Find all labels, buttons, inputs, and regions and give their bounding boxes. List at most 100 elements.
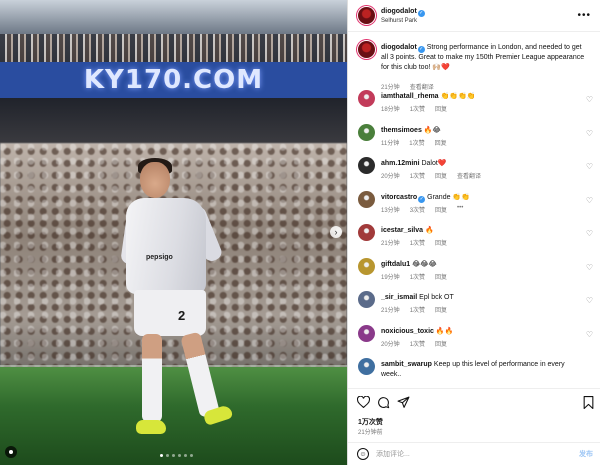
comment-input[interactable]	[376, 447, 566, 461]
commenter-avatar[interactable]	[358, 324, 375, 342]
comment-text: Epl bck OT	[419, 294, 454, 301]
comment-icon[interactable]	[376, 395, 390, 409]
stand-roof	[0, 98, 347, 143]
comment-time: 20分钟	[381, 341, 400, 348]
comment-text: Grande 👏👏	[427, 193, 470, 201]
post-side-panel: diogodalot ✓ Selhurst Park ••• diogodalot…	[347, 0, 600, 465]
commenter-username[interactable]: noxicious_toxic	[381, 328, 434, 335]
comment-text: 👏👏👏👏	[440, 93, 476, 100]
comment-extra[interactable]: •••	[457, 205, 463, 214]
upper-stand	[0, 0, 347, 62]
commenter-avatar[interactable]	[358, 291, 375, 308]
comments-list[interactable]: diogodalot ✓ Strong performance in London…	[348, 33, 600, 388]
comment-heart-icon[interactable]: ♡	[586, 263, 593, 272]
caption-author-avatar[interactable]	[358, 41, 375, 58]
comment-likes[interactable]: 1次赞	[409, 138, 424, 147]
commenter-username[interactable]: vitorcastro	[381, 194, 417, 201]
comment-likes[interactable]: 1次赞	[410, 272, 425, 281]
commenter-avatar[interactable]	[358, 190, 375, 208]
translate-link[interactable]: 查看翻译	[410, 82, 434, 91]
comment-likes[interactable]: 3次赞	[410, 205, 425, 214]
commenter-avatar[interactable]	[358, 157, 375, 174]
comment-text: 🔥	[425, 227, 434, 234]
author-username[interactable]: diogodalot	[381, 8, 417, 15]
comment-likes[interactable]: 1次赞	[410, 339, 425, 348]
comment-time: 21分钟	[381, 241, 400, 247]
commenter-avatar[interactable]	[358, 123, 375, 141]
reply-button[interactable]: 回复	[435, 104, 447, 113]
comment-likes[interactable]: 1次赞	[410, 171, 425, 180]
comment-text: Dalot❤️	[421, 160, 447, 167]
comment-time: 11分钟	[381, 140, 400, 147]
heart-icon[interactable]	[356, 395, 370, 409]
comment-heart-icon[interactable]: ♡	[586, 229, 593, 238]
comment-likes[interactable]: 1次赞	[410, 305, 425, 314]
post-actions: 1万次赞 21分钟前	[348, 388, 600, 442]
commenter-username[interactable]: _sir_ismail	[381, 294, 417, 301]
comment-text: 🔥😂	[423, 126, 441, 134]
tagged-user-icon[interactable]	[5, 446, 17, 458]
bookmark-icon[interactable]	[581, 395, 595, 409]
commenter-username[interactable]: giftdalu1	[381, 261, 410, 268]
likes-count[interactable]: 1万次赞	[358, 417, 383, 427]
comment-extra[interactable]: 查看翻译	[457, 171, 481, 180]
next-photo-button[interactable]: ›	[330, 226, 342, 238]
chevron-right-icon: ›	[334, 227, 338, 237]
carousel-dot	[178, 454, 181, 457]
post-photo[interactable]: KY170.COM pepsigo 2 ›	[0, 0, 347, 465]
comment-heart-icon[interactable]: ♡	[586, 196, 593, 205]
comment-likes[interactable]: 1次赞	[410, 238, 425, 247]
comment-time: 18分钟	[381, 107, 400, 113]
post-comment-button[interactable]: 发布	[579, 449, 593, 459]
jersey-sponsor: pepsigo	[146, 254, 173, 261]
carousel-dots	[160, 454, 193, 457]
commenter-username[interactable]: ahm.12mini	[381, 160, 420, 167]
verified-badge-icon: ✓	[417, 10, 425, 17]
comment-time: 20分钟	[381, 174, 400, 180]
reply-button[interactable]: 回复	[435, 171, 447, 180]
carousel-dot	[172, 454, 175, 457]
caption-time: 21分钟	[381, 85, 400, 91]
comment-heart-icon[interactable]: ♡	[586, 129, 593, 138]
comment-heart-icon[interactable]: ♡	[586, 162, 593, 171]
comment-time: 21分钟	[381, 308, 400, 314]
post-location[interactable]: Selhurst Park	[381, 18, 417, 24]
comment-text: 🔥🔥	[435, 327, 454, 335]
reply-button[interactable]: 回复	[435, 205, 447, 214]
comment-heart-icon[interactable]: ♡	[586, 95, 593, 104]
player-head	[140, 162, 170, 198]
caption-author[interactable]: diogodalot	[381, 44, 417, 51]
reply-button[interactable]: 回复	[435, 339, 447, 348]
comment-heart-icon[interactable]: ♡	[586, 330, 593, 339]
emoji-icon[interactable]: ☺	[357, 448, 369, 460]
comment-time: 13分钟	[381, 207, 400, 214]
reply-button[interactable]: 回复	[435, 238, 447, 247]
author-avatar[interactable]	[358, 7, 375, 24]
shorts-number: 2	[178, 308, 186, 323]
commenter-avatar[interactable]	[358, 257, 375, 275]
more-horizontal-icon[interactable]: •••	[577, 10, 591, 21]
post-time[interactable]: 21分钟前	[358, 427, 383, 436]
comment-likes[interactable]: 1次赞	[410, 104, 425, 113]
reply-button[interactable]: 回复	[435, 138, 447, 147]
carousel-dot	[160, 454, 163, 457]
commenter-username[interactable]: sambit_swarup	[381, 361, 432, 368]
player-shorts	[134, 290, 206, 336]
send-icon[interactable]	[396, 395, 410, 409]
banner-text: KY170.COM	[83, 65, 264, 95]
commenter-username[interactable]: themsimoes	[381, 127, 422, 134]
commenter-username[interactable]: icestar_silva	[381, 227, 423, 234]
commenter-username[interactable]: iamthatall_rhema	[381, 93, 439, 100]
stadium-banner: KY170.COM	[0, 62, 347, 98]
commenter-avatar[interactable]	[358, 224, 375, 241]
carousel-dot	[166, 454, 169, 457]
reply-button[interactable]: 回复	[435, 305, 447, 314]
comment-text: 😂😂😂	[412, 260, 437, 268]
player-shirt	[126, 198, 206, 294]
add-comment-bar: ☺ 发布	[348, 442, 600, 465]
comment-heart-icon[interactable]: ♡	[586, 296, 593, 305]
reply-button[interactable]: 回复	[435, 272, 447, 281]
commenter-avatar[interactable]	[358, 358, 375, 375]
commenter-avatar[interactable]	[358, 90, 375, 107]
post-header: diogodalot ✓ Selhurst Park •••	[348, 0, 600, 32]
